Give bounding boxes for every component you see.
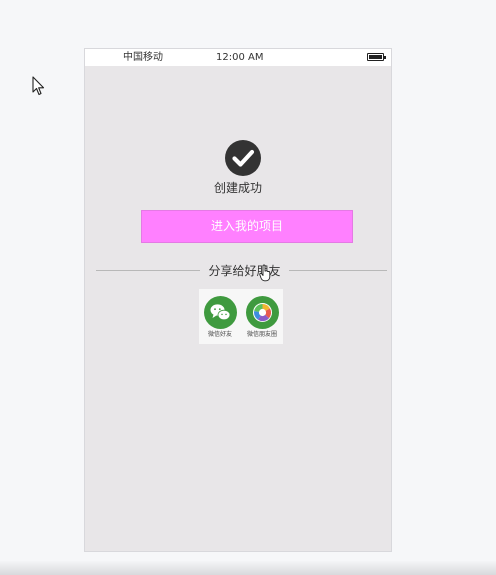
check-circle-icon [225, 140, 261, 176]
divider-line [289, 270, 387, 271]
share-moments-button[interactable]: 微信朋友圈 [241, 289, 283, 344]
success-message: 创建成功 [213, 181, 262, 195]
share-option-label: 微信好友 [207, 331, 232, 338]
divider-line [96, 270, 200, 271]
battery-full-icon [367, 53, 386, 61]
wechat-icon [204, 296, 237, 329]
share-wechat-friend-button[interactable]: 微信好友 [199, 289, 241, 344]
enter-my-project-button[interactable]: 进入我的项目 [141, 210, 353, 243]
share-title: 分享给好朋友 [208, 264, 281, 278]
share-option-label: 微信朋友圈 [246, 331, 277, 338]
status-bar: 中国移动 12:00 AM [85, 49, 391, 66]
taskbar-strip [0, 561, 496, 575]
share-options-panel: 微信好友 微信朋友圈 [199, 289, 283, 344]
hand-pointer-icon [259, 264, 271, 282]
mouse-pointer-icon [32, 76, 45, 96]
moments-icon [246, 296, 279, 329]
carrier-name: 中国移动 [123, 52, 163, 63]
phone-screen: 中国移动 12:00 AM 创建成功 进入我的项目 分享给好朋友 微信好友 微信… [84, 48, 392, 552]
status-time: 12:00 AM [216, 52, 264, 63]
